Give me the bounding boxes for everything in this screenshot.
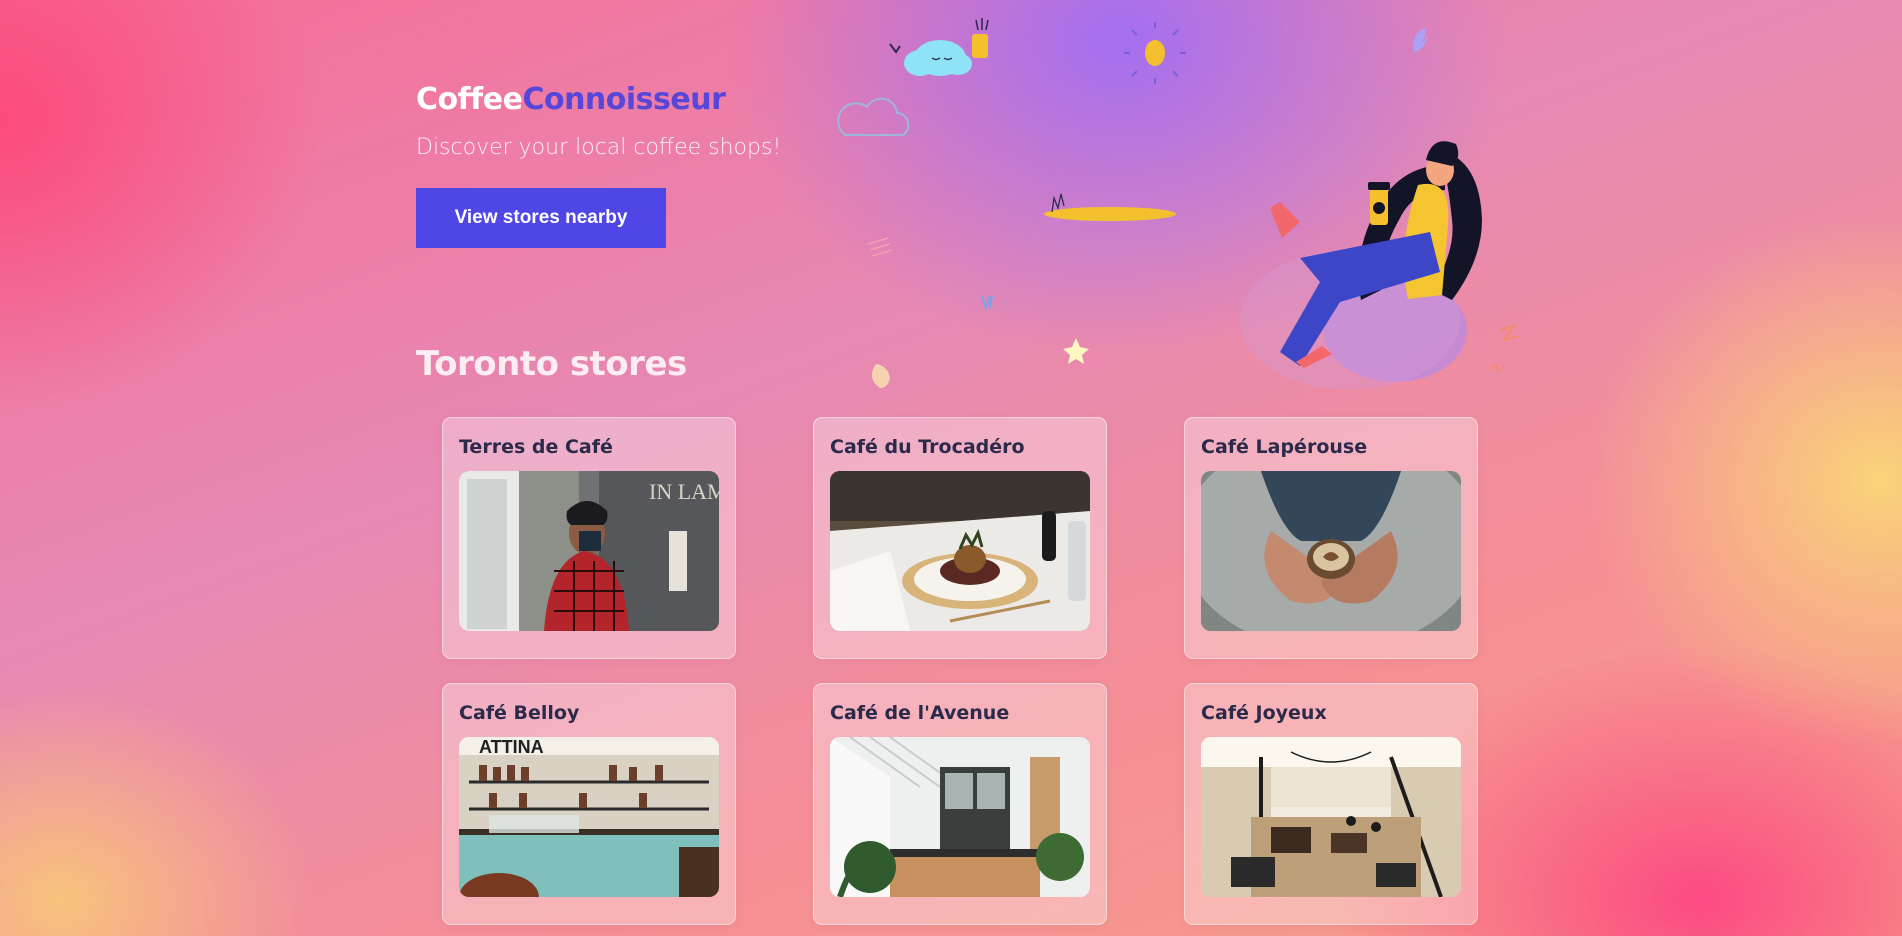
store-name: Terres de Café bbox=[459, 436, 613, 458]
woman-with-coffee-illustration bbox=[1240, 141, 1482, 390]
store-name: Café du Trocadéro bbox=[830, 436, 1025, 458]
hero-section: CoffeeConnoisseur Discover your local co… bbox=[416, 82, 781, 248]
brand-title-part1: Coffee bbox=[416, 82, 523, 117]
store-photo bbox=[830, 737, 1090, 897]
store-card[interactable]: Café Lapérouse bbox=[1184, 417, 1478, 659]
svg-text:IN LAMB: IN LAMB bbox=[649, 479, 719, 504]
hero-subtitle: Discover your local coffee shops! bbox=[416, 135, 782, 160]
leaf-icon bbox=[1413, 28, 1428, 52]
store-name: Café de l'Avenue bbox=[830, 702, 1010, 724]
store-name: Café Joyeux bbox=[1201, 702, 1327, 724]
store-card[interactable]: Café Belloy ATTINA bbox=[442, 683, 736, 925]
store-name: Café Lapérouse bbox=[1201, 436, 1368, 458]
store-name: Café Belloy bbox=[459, 702, 580, 724]
star-icon bbox=[1063, 338, 1089, 364]
store-photo bbox=[830, 471, 1090, 631]
store-card[interactable]: Café du Trocadéro bbox=[813, 417, 1107, 659]
store-photo: ATTINA bbox=[459, 737, 719, 897]
grass-patch-icon bbox=[1044, 193, 1176, 221]
section-title: Toronto stores bbox=[416, 344, 687, 384]
outline-cloud-icon bbox=[837, 97, 910, 136]
brand-title-part2: Connoisseur bbox=[522, 82, 726, 117]
cloud-icon bbox=[889, 18, 989, 76]
spark-icon bbox=[981, 295, 993, 312]
petal-icon bbox=[871, 364, 890, 388]
store-card[interactable]: Terres de Café IN LAMB bbox=[442, 417, 736, 659]
store-card[interactable]: Café Joyeux bbox=[1184, 683, 1478, 925]
store-photo bbox=[1201, 471, 1461, 631]
store-photo bbox=[1201, 737, 1461, 897]
store-card[interactable]: Café de l'Avenue bbox=[813, 683, 1107, 925]
brand-title: CoffeeConnoisseur bbox=[416, 82, 781, 117]
svg-text:ATTINA: ATTINA bbox=[479, 737, 544, 757]
sun-icon bbox=[1124, 22, 1186, 84]
store-grid: Terres de Café IN LAMB Café du Trocadéro bbox=[442, 417, 1478, 925]
view-stores-nearby-button[interactable]: View stores nearby bbox=[416, 188, 666, 248]
zigzag-icon bbox=[1489, 324, 1519, 374]
stripe-pattern-icon bbox=[867, 237, 893, 257]
store-photo: IN LAMB bbox=[459, 471, 719, 631]
